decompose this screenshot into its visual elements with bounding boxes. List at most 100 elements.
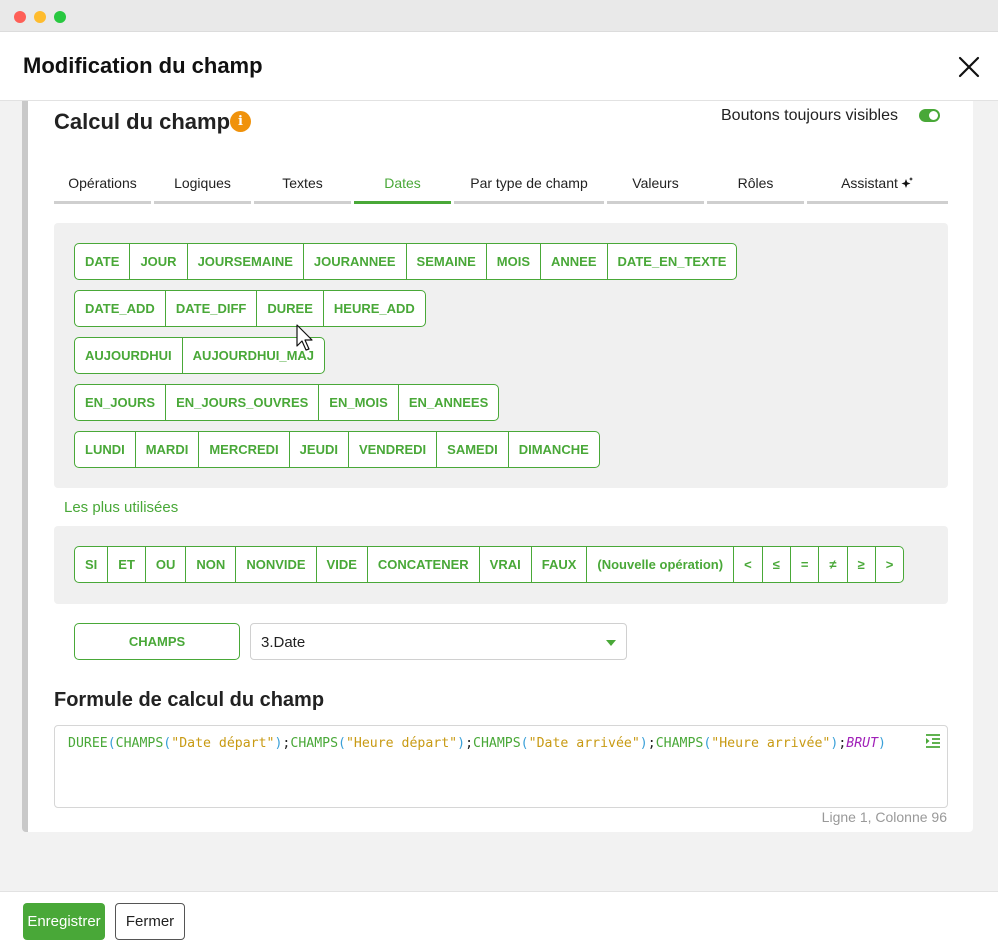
dialog-footer: Enregistrer Fermer — [0, 891, 998, 950]
op-lt-button[interactable]: < — [734, 547, 763, 582]
fn-mardi-button[interactable]: MARDI — [136, 432, 200, 467]
dialog-title: Modification du champ — [23, 53, 263, 78]
close-icon[interactable] — [955, 53, 983, 81]
fn-aujourdhui-maj-button[interactable]: AUJOURDHUI_MAJ — [183, 338, 324, 373]
save-button[interactable]: Enregistrer — [23, 903, 105, 940]
window-titlebar — [0, 0, 998, 32]
fn-date-diff-button[interactable]: DATE_DIFF — [166, 291, 258, 326]
fn-jeudi-button[interactable]: JEUDI — [290, 432, 349, 467]
op-ge-button[interactable]: ≥ — [848, 547, 876, 582]
op-vide-button[interactable]: VIDE — [317, 547, 368, 582]
tab-textes[interactable]: Textes — [254, 166, 351, 204]
field-select-value: 3.Date — [261, 634, 306, 651]
formula-token: BRUT — [846, 736, 879, 751]
formula-code: DUREE(CHAMPS("Date départ");CHAMPS("Heur… — [68, 736, 886, 751]
dialog-header: Modification du champ — [0, 32, 998, 101]
op-new-operation-button[interactable]: (Nouvelle opération) — [587, 547, 735, 582]
fn-semaine-button[interactable]: SEMAINE — [407, 244, 487, 279]
most-used-label: Les plus utilisées — [64, 499, 179, 516]
tab-assistant[interactable]: Assistant — [807, 166, 948, 204]
op-concatener-button[interactable]: CONCATENER — [368, 547, 480, 582]
tab-dates[interactable]: Dates — [354, 166, 451, 204]
window-zoom-dot[interactable] — [54, 11, 66, 23]
close-button[interactable]: Fermer — [115, 903, 185, 940]
fn-en-jours-button[interactable]: EN_JOURS — [75, 385, 167, 420]
most-used-row: SI ET OU NON NONVIDE VIDE CONCATENER VRA… — [74, 546, 905, 583]
op-et-button[interactable]: ET — [108, 547, 146, 582]
fn-date-add-button[interactable]: DATE_ADD — [75, 291, 166, 326]
formula-token: "Heure arrivée" — [711, 736, 831, 751]
dates-functions-panel: DATE JOUR JOURSEMAINE JOURANNEE SEMAINE … — [54, 223, 948, 488]
fn-aujourdhui-button[interactable]: AUJOURDHUI — [75, 338, 183, 373]
op-eq-button[interactable]: = — [791, 547, 820, 582]
calc-card: Calcul du champ i Boutons toujours visib… — [22, 101, 973, 832]
fn-lundi-button[interactable]: LUNDI — [75, 432, 136, 467]
fn-joursemaine-button[interactable]: JOURSEMAINE — [188, 244, 304, 279]
tab-roles[interactable]: Rôles — [707, 166, 804, 204]
formula-token: CHAMPS — [473, 736, 521, 751]
formula-token: CHAMPS — [115, 736, 164, 751]
cursor-position: Ligne 1, Colonne 96 — [821, 809, 947, 825]
date-row-1: DATE JOUR JOURSEMAINE JOURANNEE SEMAINE … — [74, 243, 738, 280]
dialog-body: Calcul du champ i Boutons toujours visib… — [0, 101, 998, 891]
always-visible-toggle[interactable] — [919, 109, 940, 122]
tab-assistant-label: Assistant — [841, 175, 898, 191]
fn-samedi-button[interactable]: SAMEDI — [437, 432, 509, 467]
caret-down-icon — [606, 640, 616, 646]
tab-operations[interactable]: Opérations — [54, 166, 151, 204]
window-close-dot[interactable] — [14, 11, 26, 23]
formula-token: "Date départ" — [171, 736, 275, 751]
tab-logiques[interactable]: Logiques — [154, 166, 251, 204]
toggle-label: Boutons toujours visibles — [721, 107, 898, 124]
fn-mercredi-button[interactable]: MERCREDI — [199, 432, 290, 467]
formula-token: ; — [465, 736, 474, 751]
field-select[interactable]: 3.Date — [250, 623, 627, 660]
formula-token: "Heure départ" — [345, 736, 458, 751]
formula-token: ( — [107, 736, 116, 751]
op-nonvide-button[interactable]: NONVIDE — [236, 547, 317, 582]
op-gt-button[interactable]: > — [876, 547, 904, 582]
formula-token: ) — [639, 736, 648, 751]
fn-duree-button[interactable]: DUREE — [257, 291, 324, 326]
fn-en-mois-button[interactable]: EN_MOIS — [319, 385, 399, 420]
tab-valeurs[interactable]: Valeurs — [607, 166, 704, 204]
op-ne-button[interactable]: ≠ — [819, 547, 848, 582]
fn-jour-button[interactable]: JOUR — [130, 244, 188, 279]
fn-mois-button[interactable]: MOIS — [487, 244, 542, 279]
tab-par-type[interactable]: Par type de champ — [454, 166, 604, 204]
formula-editor[interactable]: DUREE(CHAMPS("Date départ");CHAMPS("Heur… — [54, 725, 948, 808]
fn-vendredi-button[interactable]: VENDREDI — [349, 432, 438, 467]
op-faux-button[interactable]: FAUX — [532, 547, 588, 582]
fn-annee-button[interactable]: ANNEE — [541, 244, 608, 279]
formula-token: ( — [520, 736, 529, 751]
section-title: Calcul du champ — [54, 109, 231, 134]
most-used-panel: SI ET OU NON NONVIDE VIDE CONCATENER VRA… — [54, 526, 948, 604]
date-row-2: DATE_ADD DATE_DIFF DUREE HEURE_ADD — [74, 290, 426, 327]
indent-icon[interactable] — [925, 734, 941, 748]
info-icon[interactable]: i — [230, 111, 251, 132]
sparkle-icon — [898, 175, 914, 191]
fn-date-en-texte-button[interactable]: DATE_EN_TEXTE — [608, 244, 737, 279]
fn-heure-add-button[interactable]: HEURE_ADD — [324, 291, 425, 326]
champs-button[interactable]: CHAMPS — [74, 623, 240, 660]
op-le-button[interactable]: ≤ — [763, 547, 791, 582]
fn-dimanche-button[interactable]: DIMANCHE — [509, 432, 599, 467]
date-row-4: EN_JOURS EN_JOURS_OUVRES EN_MOIS EN_ANNE… — [74, 384, 500, 421]
op-si-button[interactable]: SI — [75, 547, 109, 582]
op-non-button[interactable]: NON — [186, 547, 237, 582]
op-vrai-button[interactable]: VRAI — [480, 547, 532, 582]
date-row-5: LUNDI MARDI MERCREDI JEUDI VENDREDI SAME… — [74, 431, 600, 468]
fn-date-button[interactable]: DATE — [75, 244, 131, 279]
op-ou-button[interactable]: OU — [146, 547, 187, 582]
fn-en-jours-ouvres-button[interactable]: EN_JOURS_OUVRES — [166, 385, 320, 420]
formula-token: ( — [338, 736, 346, 751]
window-minimize-dot[interactable] — [34, 11, 46, 23]
formula-token: ; — [647, 736, 656, 751]
formula-token: ) — [878, 736, 886, 751]
category-tabs: Opérations Logiques Textes Dates Par typ… — [54, 166, 948, 204]
fn-en-annees-button[interactable]: EN_ANNEES — [399, 385, 498, 420]
formula-token: "Date arrivée" — [528, 736, 640, 751]
formula-token: CHAMPS — [655, 736, 704, 751]
formula-title: Formule de calcul du champ — [54, 689, 325, 711]
fn-jourannee-button[interactable]: JOURANNEE — [304, 244, 407, 279]
